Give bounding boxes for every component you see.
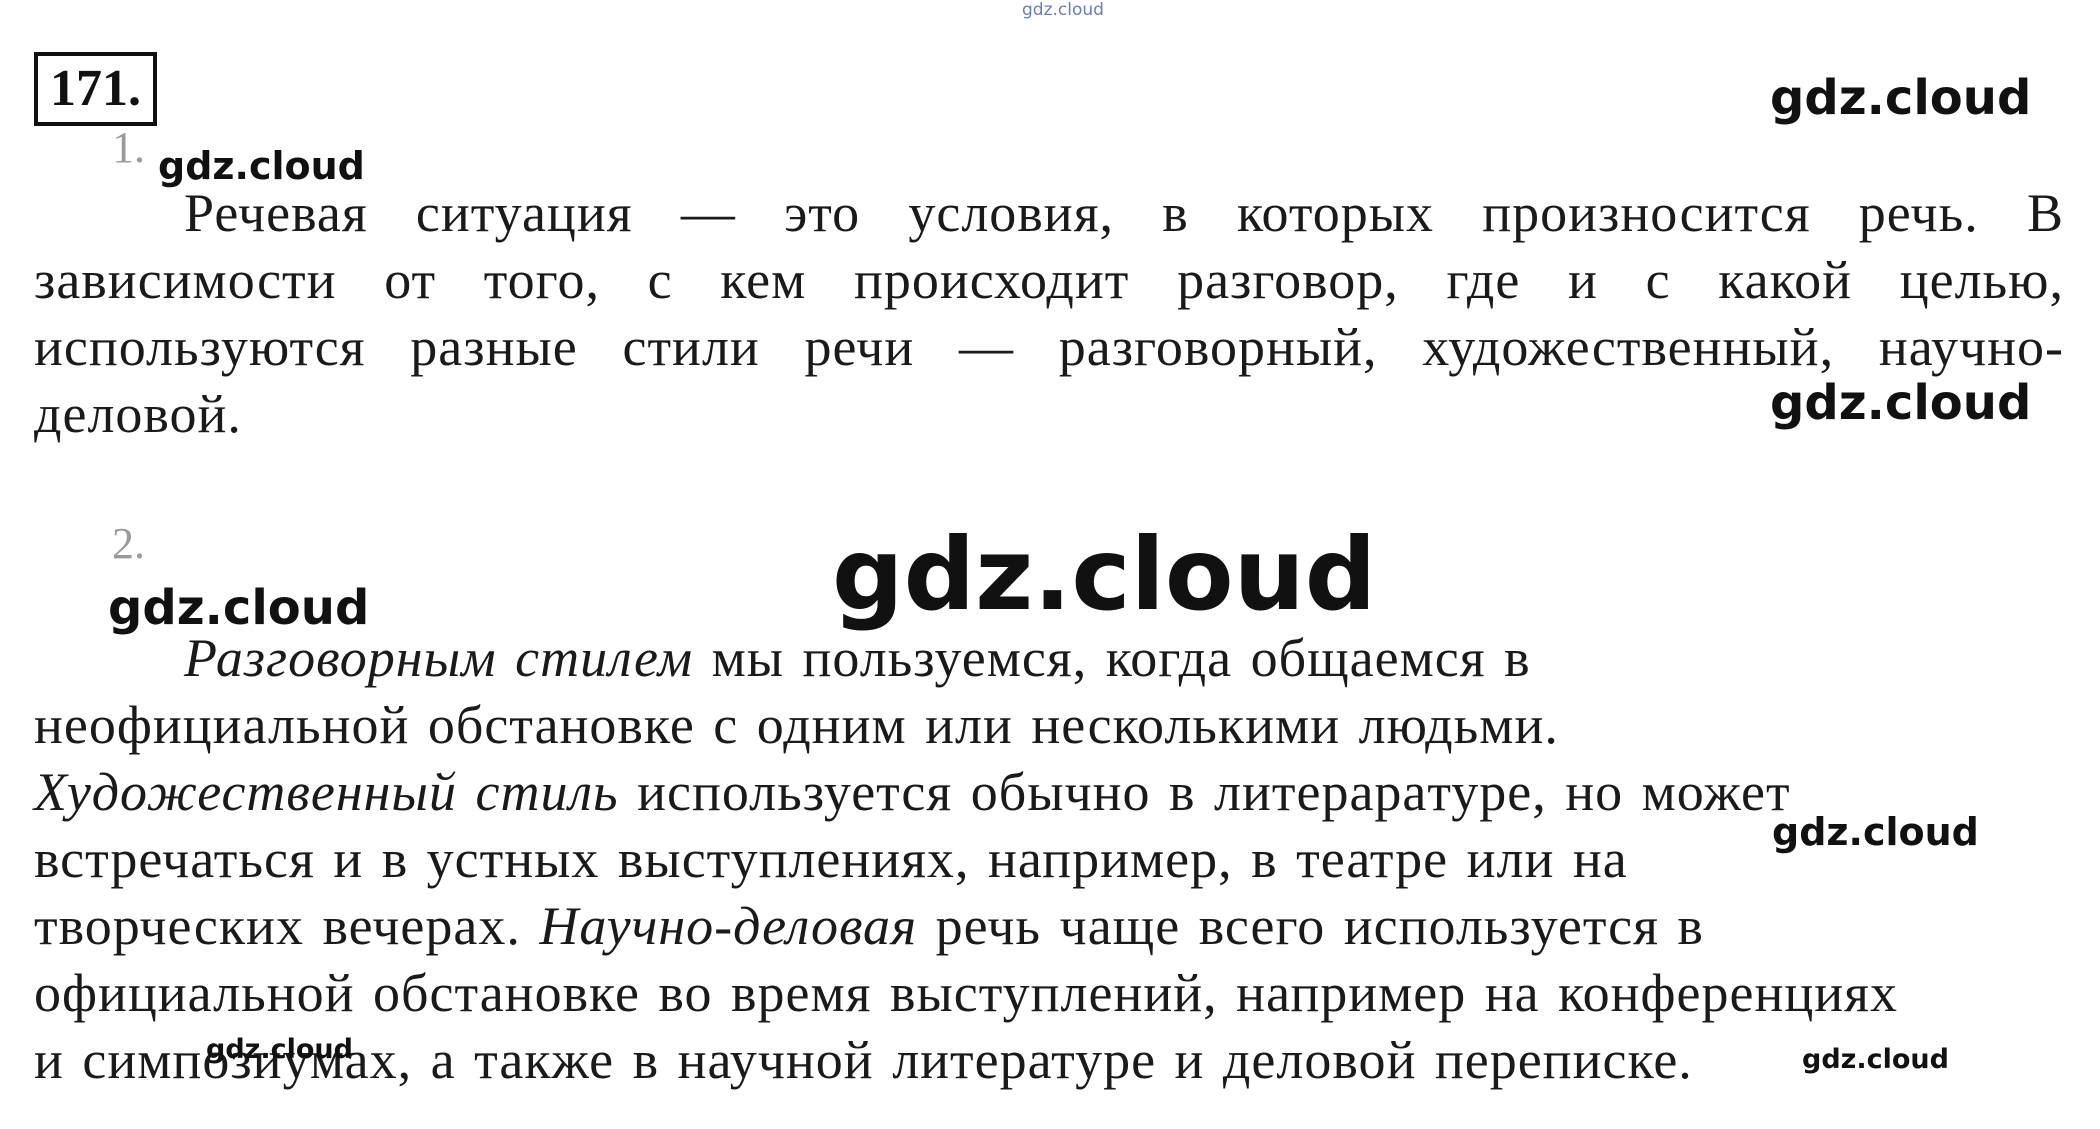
item-number-1: 1. — [112, 123, 145, 172]
term-artistic-style: Художественный стиль — [34, 762, 619, 822]
task-number-box: 171. — [34, 52, 157, 126]
watermark-bottom-left: gdz.cloud — [206, 1034, 353, 1065]
line-text: официальной обстановке во время выступле… — [34, 963, 1898, 1023]
term-conversational-style: Разговорным стилем — [184, 628, 694, 688]
line-text: используется обычно в литерарaтуре, но м… — [618, 762, 1791, 822]
line-text: встречаться и в устных выступлениях, нап… — [34, 829, 1628, 889]
solution-page: 171. 1. Речевая ситуация — это условия, … — [0, 0, 2100, 1129]
item-number-2: 2. — [112, 519, 145, 568]
line-text: творческих вечерах. — [34, 896, 540, 956]
item-2-line-6: официальной обстановке во время выступле… — [34, 960, 2064, 1027]
watermark-item-1: gdz.cloud — [158, 144, 365, 188]
line-text: мы пользуемся, когда общаемся в — [693, 628, 1531, 688]
term-scientific-business: Научно-деловая — [539, 896, 918, 956]
watermark-bottom-right: gdz.cloud — [1802, 1044, 1949, 1075]
item-2-line-2: неофициальной обстановке с одним или нес… — [34, 692, 2064, 759]
line-text: речь чаще всего используется в — [917, 896, 1704, 956]
watermark-right-lower: gdz.cloud — [1772, 810, 1979, 854]
watermark-top-right: gdz.cloud — [1770, 70, 2032, 126]
line-text: неофициальной обстановке с одним или нес… — [34, 695, 1559, 755]
watermark-center-large: gdz.cloud — [832, 516, 1377, 633]
item-2-line-5: творческих вечерах. Научно-деловая речь … — [34, 893, 2064, 960]
watermark-item-2: gdz.cloud — [108, 580, 370, 636]
watermark-top-tiny: gdz.cloud — [1022, 0, 1104, 20]
item-2-line-3: Художественный стиль используется обычно… — [34, 759, 2064, 826]
watermark-mid-right: gdz.cloud — [1770, 375, 2032, 431]
item-1-text: Речевая ситуация — это условия, в которы… — [34, 183, 2064, 444]
item-2-line-4: встречаться и в устных выступлениях, нап… — [34, 826, 2064, 893]
item-2-text: Разговорным стилем мы пользуемся, когда … — [34, 625, 2064, 1094]
